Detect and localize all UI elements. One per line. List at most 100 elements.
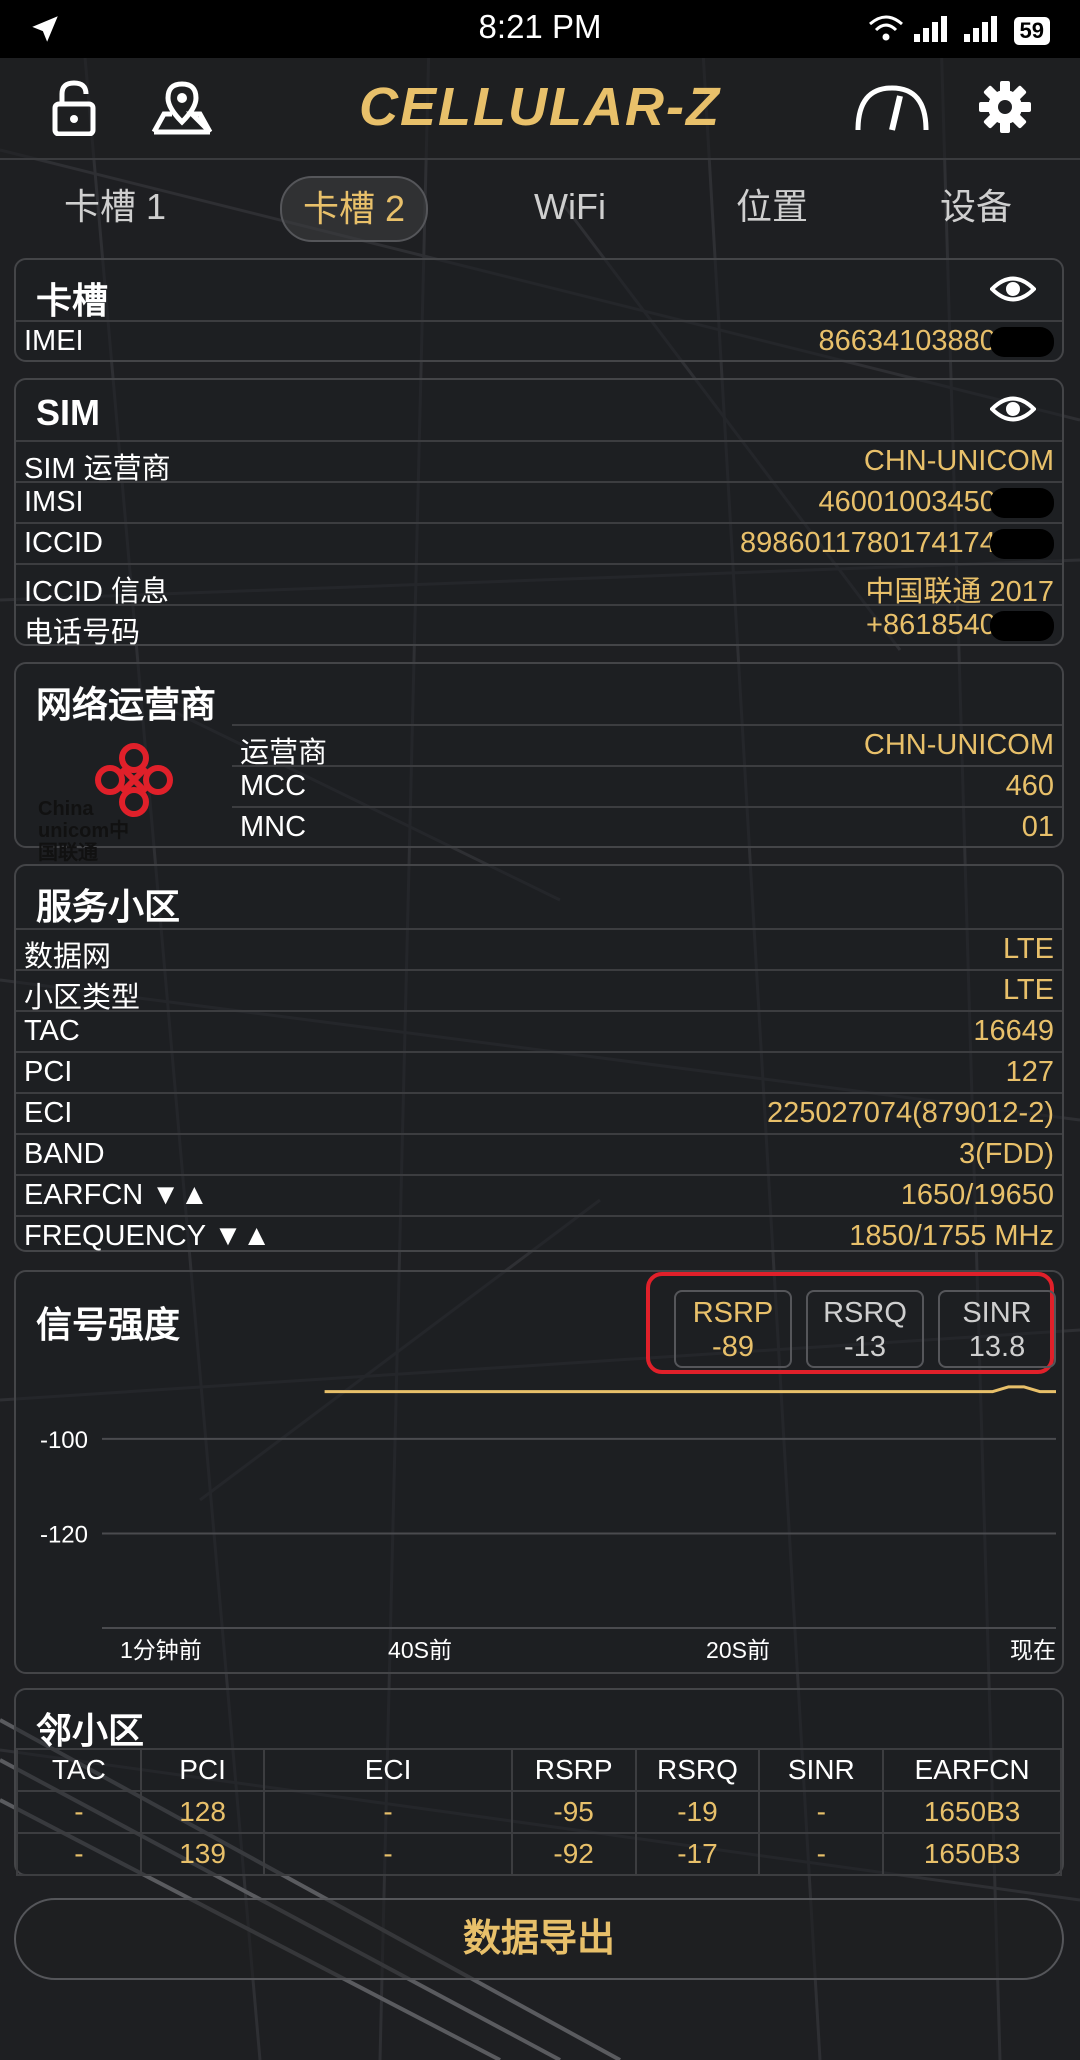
iccid-value: 89860117801741742 [739, 527, 1012, 559]
table-cell: 1650B3 [882, 1790, 1062, 1834]
card-title: 服务小区 [36, 886, 181, 927]
status-bar: 8:21 PM 59 [0, 0, 1080, 58]
table-cell: -92 [510, 1832, 637, 1876]
info-row: 数据网 LTE [16, 928, 1062, 973]
table-cell: 128 [139, 1790, 266, 1834]
y-tick-label: -120 [40, 1521, 88, 1548]
redaction-mark [990, 529, 1054, 560]
card-title: 网络运营商 [36, 684, 217, 725]
table-cell: -95 [510, 1790, 637, 1834]
unicom-logo: China unicom中国联通 [34, 736, 220, 864]
metric-rsrq[interactable]: RSRQ -13 [806, 1290, 924, 1368]
table-row: - 139 - -92 -17 - 1650B3 [16, 1832, 1062, 1876]
row-key: PCI [24, 1056, 73, 1088]
row-key: BAND [24, 1138, 105, 1170]
info-row: PCI 127 [16, 1051, 1062, 1092]
row-value: 460010034506 [818, 486, 1054, 519]
row-value: 16649 [973, 1015, 1054, 1047]
info-row: MNC 01 [232, 806, 1062, 847]
row-value: CHN-UNICOM [863, 729, 1054, 761]
metric-name: RSRP [692, 1297, 774, 1329]
row-value: 127 [1005, 1056, 1054, 1088]
row-key: MCC [240, 770, 307, 802]
info-row: SIM 运营商 CHN-UNICOM [16, 440, 1062, 485]
info-row: IMEI 866341038805 [16, 320, 1062, 361]
column-header: ECI [263, 1748, 513, 1792]
row-key: MNC [240, 811, 307, 843]
tab-slot-2[interactable]: 卡槽 2 [280, 176, 428, 242]
signal-2-icon [963, 14, 1004, 47]
card-title: 卡槽 [36, 280, 109, 321]
rsrp-series-line [324, 1385, 1056, 1394]
info-row: ICCID 信息 中国联通 2017 [16, 563, 1062, 608]
x-tick-label: 现在 [1010, 1637, 1056, 1663]
tab-bar: 卡槽 1 卡槽 2 WiFi 位置 设备 [0, 168, 1080, 246]
column-header: SINR [758, 1748, 885, 1792]
gear-icon[interactable] [978, 80, 1032, 139]
export-data-button[interactable]: 数据导出 [14, 1898, 1064, 1980]
tab-wifi[interactable]: WiFi [500, 176, 640, 238]
table-cell: -19 [634, 1790, 761, 1834]
metric-name: SINR [962, 1297, 1032, 1329]
table-row: - 128 - -95 -19 - 1650B3 [16, 1790, 1062, 1834]
info-row: TAC 16649 [16, 1010, 1062, 1051]
info-row: 运营商 CHN-UNICOM [232, 724, 1062, 769]
row-value: 1850/1755 MHz [849, 1220, 1054, 1252]
earfcn-row[interactable]: EARFCN ▼▲ 1650/19650 [16, 1174, 1062, 1215]
table-header-row: TAC PCI ECI RSRP RSRQ SINR EARFCN [16, 1748, 1062, 1792]
metric-name: RSRQ [823, 1297, 907, 1329]
neighbor-cells-card: 邻小区 TAC PCI ECI RSRP RSRQ SINR EARFCN - … [14, 1688, 1064, 1876]
speedometer-icon[interactable] [852, 80, 932, 141]
column-header: EARFCN [882, 1748, 1062, 1792]
eye-icon[interactable] [989, 394, 1037, 429]
redaction-mark [990, 611, 1054, 642]
redaction-mark [990, 327, 1054, 358]
column-header: TAC [16, 1748, 142, 1792]
row-key: ICCID [24, 527, 103, 559]
tab-slot-1[interactable]: 卡槽 1 [40, 176, 190, 238]
row-key: IMSI [24, 486, 84, 518]
tab-device[interactable]: 设备 [906, 176, 1046, 238]
sim-card: SIM SIM 运营商 CHN-UNICOM IMSI 460010034506… [14, 378, 1064, 649]
metric-sinr[interactable]: SINR 13.8 [938, 1290, 1056, 1368]
row-value: +86185400 [866, 609, 1054, 642]
row-key: ECI [24, 1097, 73, 1129]
row-value: 1650/19650 [900, 1179, 1054, 1211]
table-cell: 139 [139, 1832, 266, 1876]
table-cell: - [263, 1832, 513, 1876]
table-cell: - [16, 1832, 142, 1876]
info-row: 小区类型 LTE [16, 969, 1062, 1014]
y-tick-label: -100 [40, 1427, 88, 1454]
row-value: CHN-UNICOM [863, 445, 1054, 477]
table-cell: - [758, 1790, 885, 1834]
info-row: MCC 460 [232, 765, 1062, 806]
unicom-logo-text: China unicom中国联通 [38, 798, 130, 864]
row-key: 电话号码 [24, 617, 141, 649]
row-value: 01 [1021, 811, 1054, 843]
row-value: 866341038805 [818, 325, 1054, 358]
card-title: SIM [36, 392, 101, 433]
metric-rsrp[interactable]: RSRP -89 [674, 1290, 792, 1368]
tab-location[interactable]: 位置 [702, 176, 842, 238]
row-key: IMEI [24, 325, 84, 357]
metric-value: -13 [844, 1331, 886, 1363]
row-value: LTE [1002, 933, 1054, 965]
row-key: FREQUENCY ▼▲ [24, 1220, 272, 1252]
info-row: ECI 225027074(879012-2) [16, 1092, 1062, 1133]
table-cell: - [16, 1790, 142, 1834]
serving-cell-card: 服务小区 数据网 LTE 小区类型 LTE TAC 16649 PCI 127 ECI 2… [14, 864, 1064, 1252]
signal-icon [913, 14, 954, 47]
column-header: PCI [139, 1748, 266, 1792]
table-cell: -17 [634, 1832, 761, 1876]
battery-level: 59 [1013, 16, 1050, 45]
signal-strength-card: 信号强度 RSRP -89 RSRQ -13 SINR 13.8 -100 -12… [14, 1270, 1064, 1674]
app-bar: CELLULAR-Z [0, 58, 1080, 160]
x-tick-label: 20S前 [706, 1637, 770, 1663]
row-value: 3(FDD) [958, 1138, 1054, 1170]
info-row: 电话号码 +86185400 [16, 604, 1062, 649]
frequency-row[interactable]: FREQUENCY ▼▲ 1850/1755 MHz [16, 1215, 1062, 1252]
network-operator-card: 网络运营商 China unicom中国联通 运营商 CHN-UNICOM MC… [14, 662, 1064, 864]
eye-icon[interactable] [989, 274, 1037, 309]
row-value: LTE [1002, 974, 1054, 1006]
table-cell: - [758, 1832, 885, 1876]
